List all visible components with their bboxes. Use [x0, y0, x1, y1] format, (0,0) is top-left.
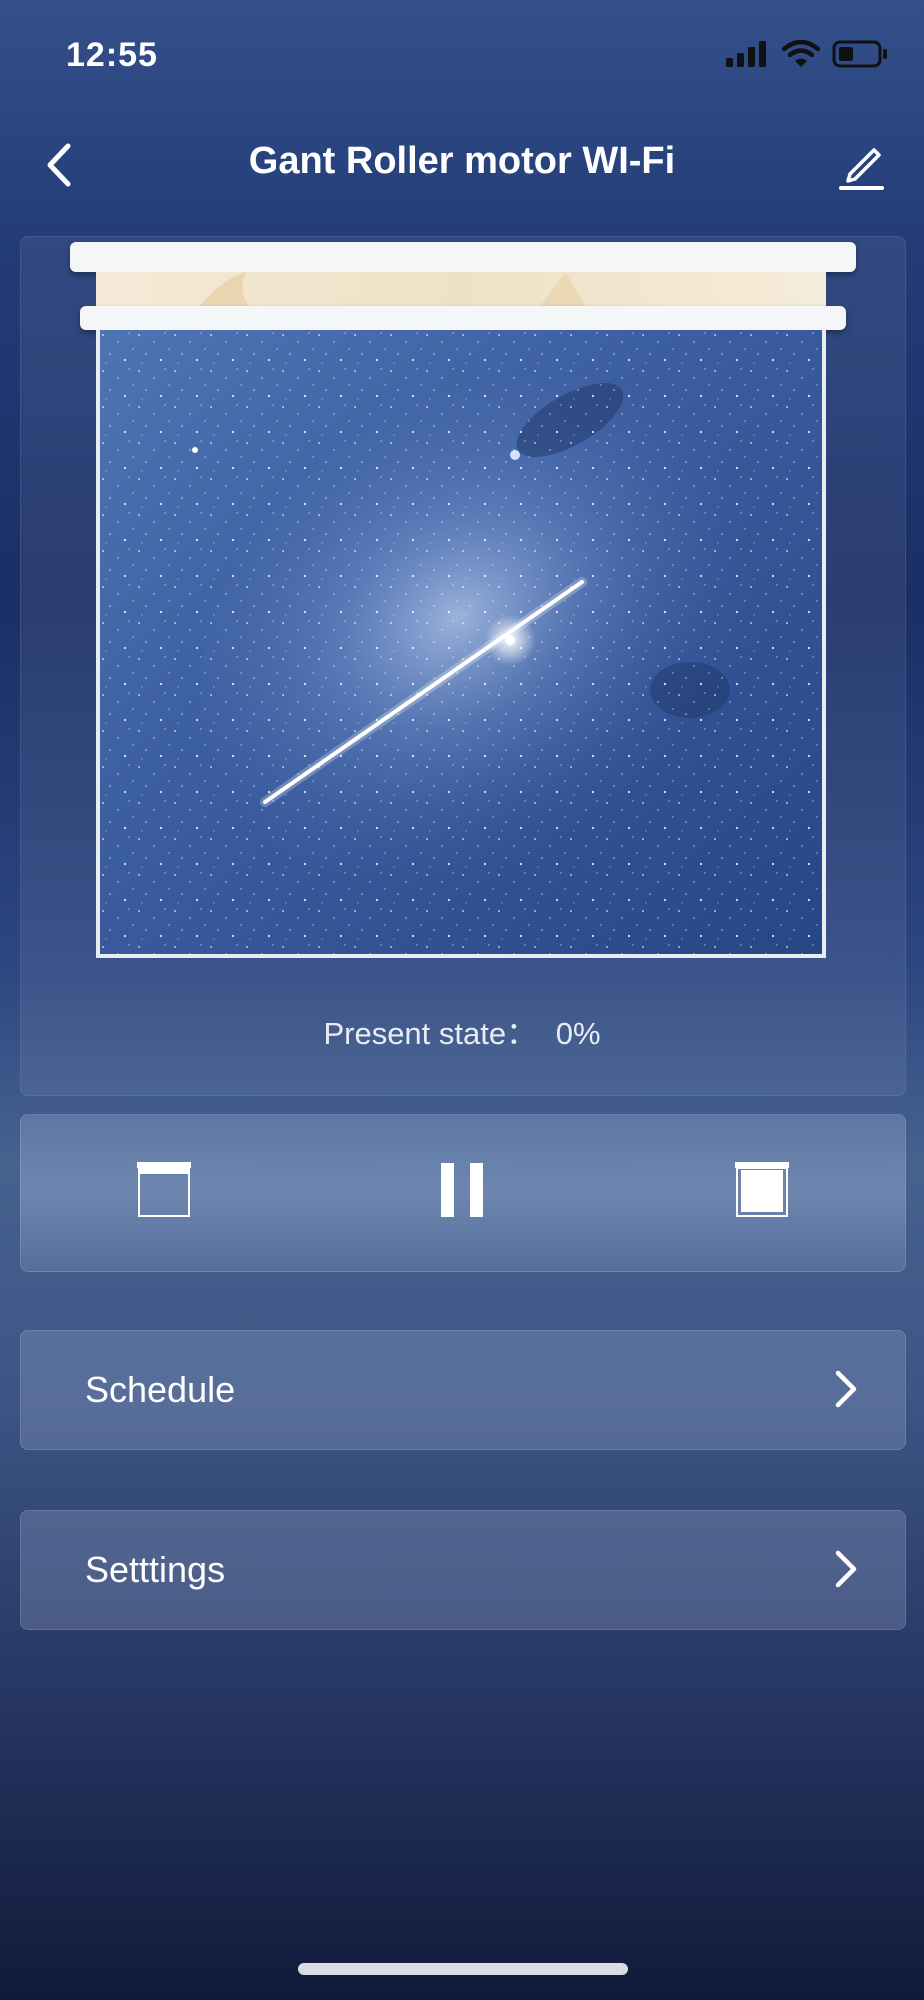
schedule-row[interactable]: Schedule	[20, 1330, 906, 1450]
present-state: Present state： 0%	[0, 1008, 924, 1053]
close-button[interactable]	[727, 1155, 797, 1225]
settings-row[interactable]: Setttings	[20, 1510, 906, 1630]
edit-button[interactable]	[838, 140, 886, 192]
pencil-icon	[839, 148, 884, 190]
present-state-value: 0%	[555, 1016, 601, 1051]
blind-preview-image	[96, 330, 826, 958]
schedule-label: Schedule	[85, 1369, 236, 1410]
page-title: Gant Roller motor WI-Fi	[248, 140, 676, 182]
battery-icon	[832, 40, 887, 68]
chevron-right-icon	[835, 1370, 857, 1408]
present-state-label: Present state：	[323, 1016, 538, 1051]
pause-icon	[441, 1163, 483, 1217]
settings-label: Setttings	[85, 1549, 226, 1590]
status-icons	[726, 40, 888, 68]
home-indicator[interactable]	[298, 1963, 628, 1975]
chevron-right-icon	[835, 1550, 857, 1588]
control-bar	[20, 1114, 906, 1272]
blind-top-rail	[70, 242, 856, 272]
starry-sky-image	[100, 330, 822, 954]
status-time: 12:55	[66, 36, 158, 74]
open-button[interactable]	[129, 1155, 199, 1225]
blind-bottom-rail	[80, 306, 846, 330]
blind-close-icon	[735, 1162, 789, 1217]
signal-icon	[726, 41, 766, 67]
blind-open-icon	[137, 1162, 191, 1217]
pause-button[interactable]	[427, 1155, 497, 1225]
wifi-icon	[782, 40, 820, 67]
